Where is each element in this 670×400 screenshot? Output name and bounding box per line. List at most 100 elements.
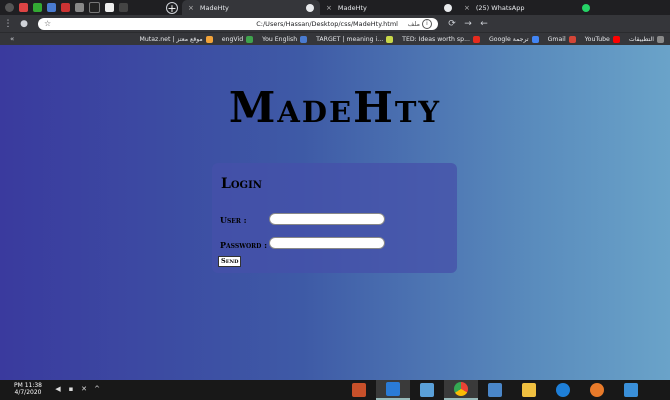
site-info-icon[interactable]: i: [422, 18, 432, 29]
notepad-icon: [420, 383, 434, 397]
bookmark-ted[interactable]: TED: Ideas worth sp...: [402, 35, 480, 43]
tab-madehty[interactable]: × MadeHty: [320, 0, 458, 15]
bookmark-label: Google ترجمة: [488, 35, 529, 43]
bookmark-favicon-icon: [205, 35, 213, 43]
bookmark-label: You English: [262, 35, 298, 43]
close-tab-icon[interactable]: ×: [326, 4, 332, 12]
extension-icon[interactable]: [75, 3, 84, 12]
bookmark-favicon-icon: [472, 35, 480, 43]
forward-button[interactable]: →: [460, 19, 476, 29]
bookmark-favicon-icon: [386, 35, 394, 43]
taskbar-vscode[interactable]: [376, 380, 410, 400]
browser-toolbar: ⋮ ● ☆ C:/Users/Hassan/Desktop/css/MadeHt…: [0, 15, 670, 32]
tab-label: MadeHty: [199, 3, 229, 12]
address-url: C:/Users/Hassan/Desktop/css/MadeHty.html: [256, 19, 398, 28]
taskbar-file-explorer[interactable]: [342, 380, 376, 400]
bookmark-favicon-icon: [300, 35, 308, 43]
bookmark-target[interactable]: TARGET | meaning i...: [316, 35, 394, 43]
browser-tabstrip: + × MadeHty × MadeHty × (25) WhatsApp: [0, 0, 670, 15]
bookmark-youtube[interactable]: YouTube: [584, 35, 620, 43]
volume-icon[interactable]: ◀: [54, 385, 62, 393]
login-panel: Login User : Password : Send: [212, 163, 457, 273]
close-tab-icon[interactable]: ×: [188, 4, 194, 12]
taskbar-apps: [342, 380, 648, 400]
system-tray: ◀ ▪ ✕ ^: [54, 385, 106, 393]
send-button[interactable]: Send: [218, 256, 242, 267]
taskbar-internet-explorer[interactable]: [546, 380, 580, 400]
apps-grid-icon: [657, 35, 664, 43]
bookmark-label: TED: Ideas worth sp...: [402, 35, 470, 43]
taskbar-windows-app[interactable]: [478, 380, 512, 400]
bookmark-label: TARGET | meaning i...: [316, 35, 384, 43]
bookmark-favicon-icon: [612, 35, 620, 43]
back-button[interactable]: ←: [476, 19, 492, 29]
whatsapp-icon: [582, 3, 590, 12]
extension-icon[interactable]: [33, 3, 42, 12]
page-viewport: MadeHty Login User : Password : Send: [0, 45, 670, 380]
close-tab-icon[interactable]: ×: [464, 4, 470, 12]
bookmark-label: التطبيقات: [628, 35, 654, 43]
password-input[interactable]: [269, 237, 385, 249]
bookmark-engvid[interactable]: engVid: [221, 35, 254, 43]
tab-label: (25) WhatsApp: [475, 3, 525, 12]
bookmarks-more-icon[interactable]: «: [10, 35, 14, 43]
extension-icon[interactable]: [119, 3, 128, 12]
internet-explorer-icon: [556, 383, 570, 397]
tab-madehty-active[interactable]: × MadeHty: [182, 0, 320, 15]
bookmark-mutaz[interactable]: Mutaz.net | موقع معتز: [139, 35, 213, 43]
tab-whatsapp[interactable]: × (25) WhatsApp: [458, 0, 596, 15]
extension-icon[interactable]: [5, 3, 14, 12]
network-icon[interactable]: ✕: [80, 385, 88, 393]
system-clock[interactable]: PM 11:38 4/7/2020: [14, 382, 42, 396]
windows-app-icon: [488, 383, 502, 397]
user-label: User :: [220, 215, 247, 225]
profile-icon[interactable]: ●: [16, 19, 32, 29]
media-icon: [624, 383, 638, 397]
file-explorer-icon: [352, 383, 366, 397]
bookmark-gmail[interactable]: Gmail: [547, 35, 576, 43]
extension-icon[interactable]: [105, 3, 114, 12]
clock-time: PM 11:38: [14, 382, 42, 389]
menu-icon[interactable]: ⋮: [0, 19, 16, 29]
bookmark-favicon-icon: [531, 35, 539, 43]
bookmark-favicon-icon: [568, 35, 576, 43]
taskbar-media[interactable]: [614, 380, 648, 400]
bookmark-favicon-icon: [246, 35, 254, 43]
extension-icon[interactable]: [89, 2, 100, 13]
clock-date: 4/7/2020: [14, 389, 42, 396]
extension-icon[interactable]: [47, 3, 56, 12]
bookmark-label: engVid: [221, 35, 244, 43]
extension-icons: [0, 0, 160, 15]
language-icon[interactable]: ▪: [67, 385, 75, 393]
taskbar-notepad[interactable]: [410, 380, 444, 400]
password-label: Password :: [220, 240, 268, 250]
bookmark-star-icon[interactable]: ☆: [44, 19, 51, 28]
site-title: MadeHty: [228, 83, 442, 132]
bookmark-apps[interactable]: التطبيقات: [628, 35, 664, 43]
login-heading: Login: [221, 176, 262, 192]
firefox-icon: [590, 383, 604, 397]
new-tab-button[interactable]: +: [166, 1, 178, 14]
bookmarks-bar: « Mutaz.net | موقع معتز engVid You Engli…: [0, 32, 670, 45]
bookmark-you-english[interactable]: You English: [262, 35, 308, 43]
show-hidden-icons-icon[interactable]: ^: [93, 385, 101, 393]
taskbar-chrome[interactable]: [444, 380, 478, 400]
vscode-icon: [386, 382, 400, 396]
page-favicon-icon: [444, 3, 452, 12]
tab-label: MadeHty: [337, 3, 367, 12]
extension-icon[interactable]: [19, 3, 28, 12]
address-bar[interactable]: ☆ C:/Users/Hassan/Desktop/css/MadeHty.ht…: [38, 17, 438, 30]
bookmark-label: Mutaz.net | موقع معتز: [139, 35, 203, 43]
reload-button[interactable]: ⟳: [444, 19, 460, 29]
taskbar-file-manager[interactable]: [512, 380, 546, 400]
extension-icon[interactable]: [61, 3, 70, 12]
bookmark-label: Gmail: [547, 35, 566, 43]
user-input[interactable]: [269, 213, 385, 225]
chrome-icon: [454, 382, 468, 396]
taskbar-firefox[interactable]: [580, 380, 614, 400]
taskbar: PM 11:38 4/7/2020 ◀ ▪ ✕ ^: [0, 380, 670, 400]
bookmark-label: YouTube: [584, 35, 610, 43]
page-favicon-icon: [306, 3, 314, 12]
bookmark-google-translate[interactable]: Google ترجمة: [488, 35, 539, 43]
address-scheme-label: ملف: [407, 19, 420, 28]
